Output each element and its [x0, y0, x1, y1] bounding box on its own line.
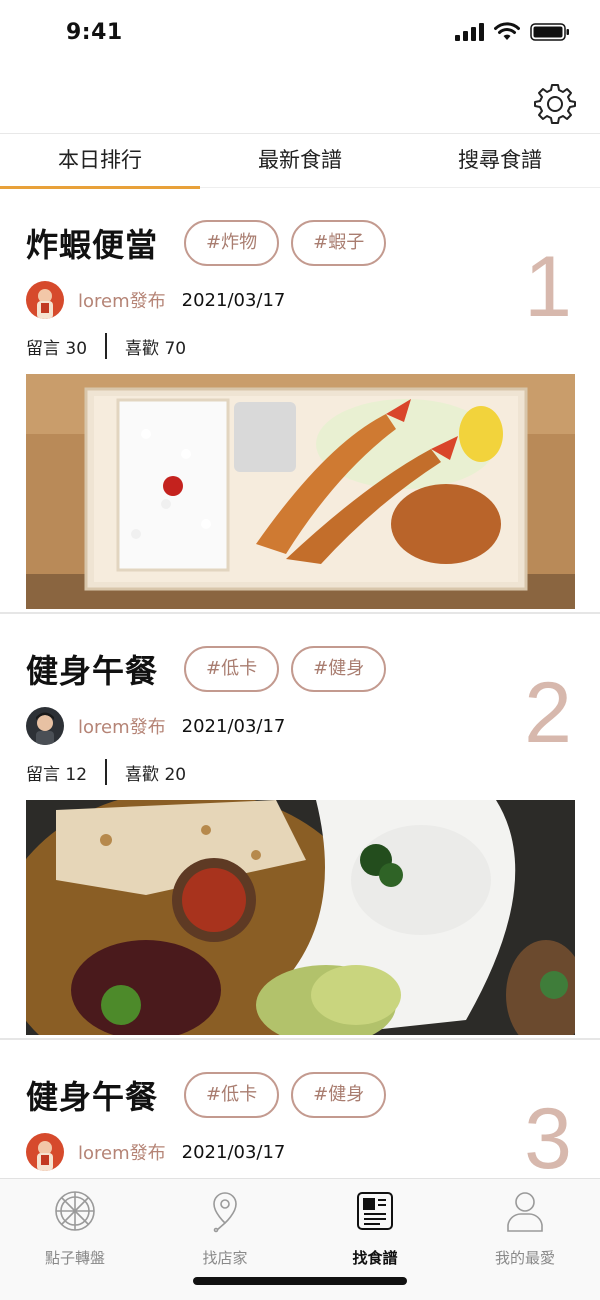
home-indicator[interactable]	[193, 1277, 407, 1285]
tag-chip[interactable]: #低卡	[184, 646, 280, 692]
status-time: 9:41	[66, 20, 123, 45]
map-pin-icon	[213, 1192, 237, 1233]
top-header	[0, 68, 600, 134]
rank-number: 3	[524, 1091, 572, 1178]
title-row: 炸蝦便當 #炸物 #蝦子	[26, 220, 574, 266]
signal-icon	[455, 23, 484, 41]
avatar[interactable]	[26, 707, 64, 745]
like-count: 喜歡 70	[125, 338, 187, 359]
tab-latest-recipes[interactable]: 最新食譜	[200, 134, 400, 187]
battery-icon	[530, 23, 569, 41]
rank-number: 1	[524, 239, 572, 335]
tag-chip[interactable]: #蝦子	[291, 220, 387, 266]
tag-chip[interactable]: #健身	[291, 1072, 387, 1118]
post-date: 2021/03/17	[181, 1141, 286, 1163]
nav-label: 點子轉盤	[44, 1249, 105, 1267]
like-count: 喜歡 20	[125, 764, 187, 785]
stats-row: 留言 30 喜歡 70	[26, 330, 574, 362]
wifi-icon	[494, 22, 520, 40]
nav-item-favorites[interactable]: 我的最愛	[450, 1179, 600, 1300]
tab-daily-ranking[interactable]: 本日排行	[0, 134, 200, 189]
nav-item-idea-wheel[interactable]: 點子轉盤	[0, 1179, 150, 1300]
author-name[interactable]: lorem發布	[78, 1139, 166, 1165]
status-icons	[454, 22, 570, 42]
tag-chip[interactable]: #低卡	[184, 1072, 280, 1118]
status-bar: 9:41	[0, 0, 600, 68]
recipe-image[interactable]	[26, 800, 575, 1035]
nav-label: 找食譜	[352, 1249, 398, 1267]
tag-chip[interactable]: #健身	[291, 646, 387, 692]
author-row: lorem發布 2021/03/17	[26, 1132, 574, 1172]
recipe-feed: 炸蝦便當 #炸物 #蝦子 1 lorem發布 2021/03/17 留言 30 …	[0, 188, 600, 1178]
person-icon	[507, 1192, 543, 1232]
recipe-card[interactable]: 健身午餐 #低卡 #健身 2 lorem發布 2021/03/17 留言 12 …	[0, 614, 600, 1040]
tag-chip[interactable]: #炸物	[184, 220, 280, 266]
author-name[interactable]: lorem發布	[78, 713, 166, 739]
avatar[interactable]	[26, 281, 64, 319]
recipe-title[interactable]: 健身午餐	[26, 1072, 158, 1118]
recipe-title[interactable]: 炸蝦便當	[26, 220, 158, 266]
author-row: lorem發布 2021/03/17	[26, 280, 574, 320]
comment-count: 留言 30	[26, 338, 88, 359]
author-name[interactable]: lorem發布	[78, 287, 166, 313]
recipe-card[interactable]: 健身午餐 #低卡 #健身 3 lorem發布 2021/03/17	[0, 1040, 600, 1178]
settings-gear-icon[interactable]	[534, 82, 576, 124]
rank-number: 2	[524, 665, 572, 761]
newspaper-icon	[357, 1192, 393, 1230]
author-row: lorem發布 2021/03/17	[26, 706, 574, 746]
nav-label: 找店家	[202, 1249, 248, 1267]
recipe-title[interactable]: 健身午餐	[26, 646, 158, 692]
post-date: 2021/03/17	[181, 289, 286, 311]
recipe-image[interactable]	[26, 374, 575, 609]
nav-label: 我的最愛	[494, 1249, 555, 1267]
title-row: 健身午餐 #低卡 #健身	[26, 1072, 574, 1118]
stat-divider	[105, 333, 108, 359]
stat-divider	[105, 759, 108, 785]
title-row: 健身午餐 #低卡 #健身	[26, 646, 574, 692]
stats-row: 留言 12 喜歡 20	[26, 756, 574, 788]
comment-count: 留言 12	[26, 764, 88, 785]
post-date: 2021/03/17	[181, 715, 286, 737]
recipe-card[interactable]: 炸蝦便當 #炸物 #蝦子 1 lorem發布 2021/03/17 留言 30 …	[0, 188, 600, 614]
tab-search-recipes[interactable]: 搜尋食譜	[400, 134, 600, 187]
avatar[interactable]	[26, 1133, 64, 1171]
wheel-icon	[55, 1191, 95, 1231]
tab-bar: 本日排行 最新食譜 搜尋食譜	[0, 134, 600, 189]
